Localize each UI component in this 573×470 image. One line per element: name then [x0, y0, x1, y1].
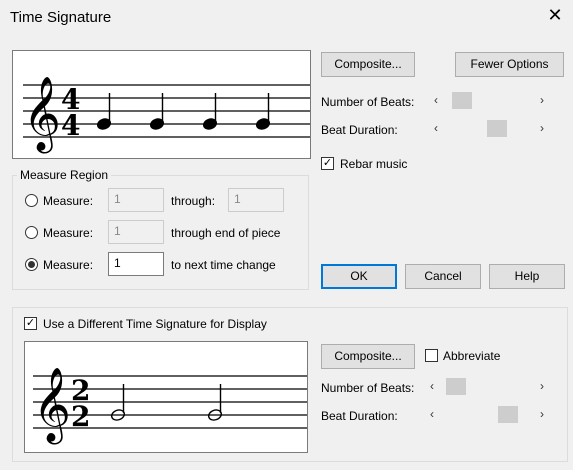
ok-button[interactable]: OK: [321, 264, 397, 289]
measure-label-1: Measure:: [43, 194, 94, 208]
measure-field-2[interactable]: 1: [108, 220, 164, 244]
right-arrow-icon[interactable]: ›: [540, 407, 544, 421]
slider-thumb[interactable]: [498, 406, 518, 423]
right-arrow-icon[interactable]: ›: [540, 93, 544, 107]
slider-thumb[interactable]: [487, 120, 507, 137]
measure-field-3[interactable]: 1: [108, 252, 164, 276]
help-button[interactable]: Help: [489, 264, 565, 289]
beat-duration-label-bottom: Beat Duration:: [321, 409, 398, 423]
left-arrow-icon[interactable]: ‹: [434, 121, 438, 135]
left-arrow-icon[interactable]: ‹: [430, 379, 434, 393]
beat-duration-slider-bottom[interactable]: ‹ ›: [428, 405, 552, 425]
through-label: through:: [171, 194, 216, 208]
measure-region-title: Measure Region: [17, 168, 112, 182]
left-arrow-icon[interactable]: ‹: [434, 93, 438, 107]
staff-preview-bottom: 𝄞 2 2: [33, 368, 307, 445]
through-field[interactable]: 1: [228, 188, 284, 212]
dialog-title: Time Signature: [10, 9, 112, 26]
ts-denominator-bottom: 2: [71, 400, 90, 433]
beat-duration-label-top: Beat Duration:: [321, 123, 398, 137]
close-icon[interactable]: ✕: [544, 4, 566, 26]
ts-denominator-top: 4: [61, 109, 80, 142]
number-of-beats-slider-bottom[interactable]: ‹ ›: [428, 377, 552, 397]
display-preview: 𝄞 2 2: [24, 341, 308, 453]
number-of-beats-slider-top[interactable]: ‹ ›: [432, 91, 552, 111]
number-of-beats-label-bottom: Number of Beats:: [321, 381, 415, 395]
treble-clef-icon: 𝄞: [33, 368, 71, 445]
slider-thumb[interactable]: [452, 92, 472, 109]
measure-field-1[interactable]: 1: [108, 188, 164, 212]
rebar-music-label: Rebar music: [340, 157, 408, 171]
composite-button-bottom[interactable]: Composite...: [321, 344, 415, 369]
use-different-label: Use a Different Time Signature for Displ…: [43, 317, 267, 331]
measure-radio-1[interactable]: [25, 194, 38, 207]
half-notes: [110, 384, 223, 421]
abbreviate-checkbox[interactable]: [425, 349, 438, 362]
slider-thumb[interactable]: [446, 378, 466, 395]
right-arrow-icon[interactable]: ›: [540, 379, 544, 393]
next-time-change-label: to next time change: [171, 258, 276, 272]
cancel-button[interactable]: Cancel: [405, 264, 481, 289]
through-end-label: through end of piece: [171, 226, 281, 240]
abbreviate-label: Abbreviate: [443, 349, 501, 363]
treble-clef-icon: 𝄞: [23, 77, 61, 154]
composite-button-top[interactable]: Composite...: [321, 52, 415, 77]
beat-duration-slider-top[interactable]: ‹ ›: [432, 119, 552, 139]
measure-label-2: Measure:: [43, 226, 94, 240]
quarter-notes: [96, 93, 271, 130]
right-arrow-icon[interactable]: ›: [540, 121, 544, 135]
staff-preview-top: 𝄞 4 4: [23, 77, 310, 154]
use-different-checkbox[interactable]: ✓: [24, 317, 37, 330]
number-of-beats-label-top: Number of Beats:: [321, 95, 415, 109]
measure-radio-3[interactable]: [25, 258, 38, 271]
rebar-music-checkbox[interactable]: ✓: [321, 157, 334, 170]
fewer-options-button[interactable]: Fewer Options: [455, 52, 564, 77]
left-arrow-icon[interactable]: ‹: [430, 407, 434, 421]
time-signature-preview: 𝄞 4 4: [12, 50, 311, 159]
measure-radio-2[interactable]: [25, 226, 38, 239]
measure-label-3: Measure:: [43, 258, 94, 272]
